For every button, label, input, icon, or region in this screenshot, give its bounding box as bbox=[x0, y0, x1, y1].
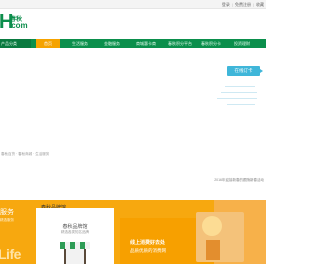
nav-category[interactable]: 产品分类 bbox=[0, 39, 31, 48]
service-title: 服务 bbox=[0, 209, 14, 216]
order-card-label: 在线订卡 bbox=[234, 68, 253, 73]
shop-image bbox=[196, 212, 244, 262]
top-bar: 登录 | 免费注册 | 收藏 bbox=[0, 0, 266, 9]
promo-subline: 品质优质的消费网 bbox=[130, 248, 166, 253]
copyright-text: 2016年迎接新春的跟随新春活动 bbox=[214, 178, 264, 182]
promo-headline: 线上消费好去处 bbox=[130, 240, 166, 246]
register-link[interactable]: 免费注册 bbox=[235, 1, 251, 8]
top-links: 登录 | 免费注册 | 收藏 bbox=[222, 1, 264, 8]
brand-hall-card[interactable]: 春秋品牌馆 精选各类知名品牌 bbox=[36, 208, 114, 264]
logo-com-text: .com bbox=[9, 21, 28, 30]
divider: | bbox=[252, 2, 254, 7]
shop-stall-icon bbox=[60, 242, 90, 264]
nav-investment[interactable]: 投资理财 bbox=[228, 39, 256, 48]
nav-finance[interactable]: 金融服务 bbox=[98, 39, 126, 48]
decorative-lines bbox=[217, 84, 261, 108]
promo-banner[interactable]: 线上消费好去处 品质优质的消费网 bbox=[120, 212, 244, 264]
nav-points-platform[interactable]: 春秋积分平台 bbox=[164, 39, 196, 48]
nav-home[interactable]: 首页 bbox=[36, 39, 60, 48]
favorite-link[interactable]: 收藏 bbox=[256, 1, 264, 8]
service-note: 春秋百货 · 春秋商城 · 生活服务 bbox=[1, 152, 50, 156]
nav-points-card[interactable]: 春秋积分卡 bbox=[197, 39, 225, 48]
login-link[interactable]: 登录 bbox=[222, 1, 230, 8]
main-nav: 产品分类 首页 生活服务 金融服务 商城惠卡商 春秋积分平台 春秋积分卡 投资理… bbox=[0, 39, 266, 48]
nav-life-service[interactable]: 生活服务 bbox=[66, 39, 94, 48]
service-subtitle: 精选服务 bbox=[0, 218, 14, 222]
brand-hall-subtitle: 精选各类知名品牌 bbox=[61, 230, 89, 234]
life-watermark: Life bbox=[0, 246, 21, 262]
service-panel[interactable]: 服务 精选服务 Life bbox=[0, 200, 34, 264]
divider: | bbox=[231, 2, 233, 7]
nav-mall-card[interactable]: 商城惠卡商 bbox=[130, 39, 162, 48]
order-card-button[interactable]: 在线订卡 bbox=[227, 66, 263, 76]
arrow-right-icon bbox=[260, 69, 263, 73]
brand-hall-name: 春秋品牌馆 bbox=[62, 224, 88, 230]
